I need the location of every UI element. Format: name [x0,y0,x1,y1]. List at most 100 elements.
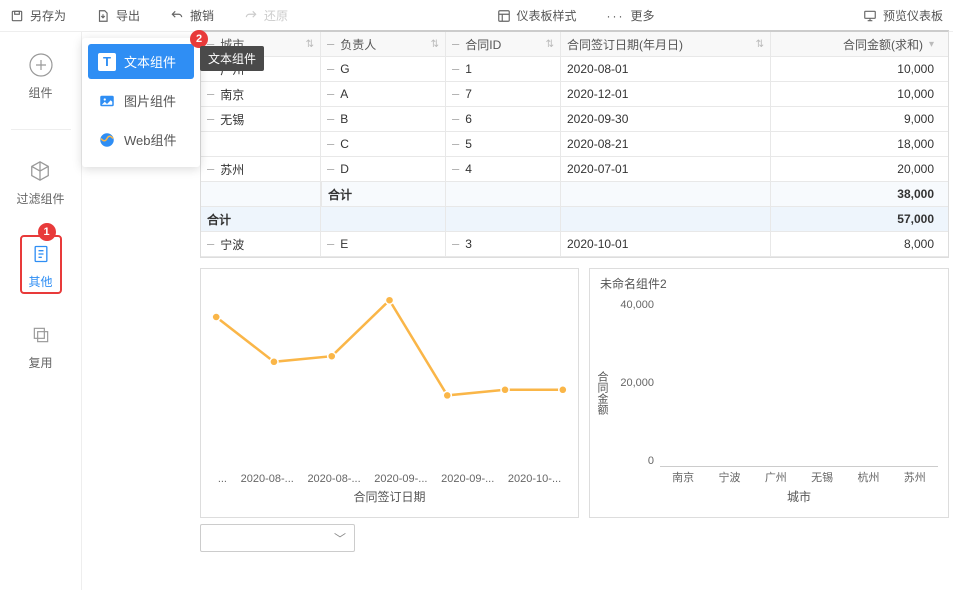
sort-icon[interactable]: ⇅ [431,39,439,50]
preview-label: 预览仪表板 [883,7,943,24]
tick-label: 广州 [753,469,799,485]
tick-label: 2020-10-... [508,473,561,485]
popup-image-label: 图片组件 [124,91,176,110]
undo-icon [170,9,184,23]
sort-icon[interactable]: ⇅ [306,39,314,50]
dashboard-style-button[interactable]: 仪表板样式 [497,7,577,24]
export-icon [96,9,110,23]
col-owner[interactable]: 负责人 [340,36,376,53]
bar-x-label: 城市 [650,488,948,505]
monitor-icon [863,9,877,23]
sidebar-item-filters[interactable]: 过滤组件 [16,158,64,207]
copy-icon [28,322,54,348]
popup-web-component[interactable]: Web组件 [88,122,194,157]
document-icon [28,241,54,267]
tooltip-text-component: 文本组件 [200,46,264,71]
sort-icon[interactable]: ⇅ [756,39,764,50]
popup-web-label: Web组件 [124,130,177,149]
text-icon: T [98,53,116,71]
globe-icon [98,131,116,149]
tick: 0 [648,455,654,467]
undo-button[interactable]: 撤销 [170,7,214,24]
tick: 20,000 [620,377,654,389]
subtotal-2: 57,000 [771,207,948,231]
tick-label: ... [218,473,227,485]
sidebar-item-components[interactable]: 组件 [28,52,54,101]
table-row: –南京–A–72020-12-0110,000 [201,82,948,107]
line-chart-canvas [206,279,573,439]
sidebar-item-other[interactable]: 其他 [28,241,54,290]
image-icon [98,92,116,110]
popup-image-component[interactable]: 图片组件 [88,83,194,118]
line-x-label: 合同签订日期 [201,488,578,505]
tick-label: 2020-08-... [307,473,360,485]
filters-label: 过滤组件 [16,190,64,207]
save-as-label: 另存为 [30,7,66,24]
tick-label: 杭州 [845,469,891,485]
charts-row: ... 2020-08-... 2020-08-... 2020-09-... 2020… [200,268,949,518]
bar-x-axis: 南京宁波广州无锡杭州苏州 [660,469,938,485]
plus-circle-icon [28,52,54,78]
save-as-button[interactable]: 另存为 [10,7,66,24]
sidebar-item-reuse[interactable]: 复用 [28,322,54,371]
style-label: 仪表板样式 [517,7,577,24]
tick-label: 2020-08-... [241,473,294,485]
table-row: –宁波 –E –3 2020-10-01 8,000 [201,232,948,257]
popup-text-label: 文本组件 [124,52,176,71]
table-row: –C–52020-08-2118,000 [201,132,948,157]
table-body: –广州–G–12020-08-0110,000–南京–A–72020-12-01… [201,57,948,182]
divider [11,129,71,130]
table-subtotal-row: 合计 38,000 [201,182,948,207]
col-date[interactable]: 合同签订日期(年月日) [567,36,683,53]
data-table: –城市⇅ –负责人⇅ –合同ID⇅ 合同签订日期(年月日)⇅ 合同金额(求和)▾… [200,30,949,258]
save-icon [10,9,24,23]
bar-chart-area [660,299,938,467]
left-sidebar: 组件 过滤组件 1 其他 复用 [0,32,82,590]
table-row: –无锡–B–62020-09-309,000 [201,107,948,132]
tick-label: 2020-09-... [441,473,494,485]
export-button[interactable]: 导出 [96,7,140,24]
subtotal-1: 38,000 [771,182,948,206]
sort-icon[interactable]: ▾ [929,39,934,50]
total-label: 合计 [207,211,231,228]
popup-text-component[interactable]: T 文本组件 [88,44,194,79]
reuse-label: 复用 [28,354,52,371]
redo-label: 还原 [264,7,288,24]
export-label: 导出 [116,7,140,24]
components-label: 组件 [28,84,52,101]
tick-label: 苏州 [892,469,938,485]
tick-label: 宁波 [706,469,752,485]
badge-1: 1 [38,223,56,241]
style-icon [497,9,511,23]
sort-icon[interactable]: ⇅ [546,39,554,50]
component-popup: 2 T 文本组件 图片组件 Web组件 [82,38,200,167]
bar-y-label: 合同金额 [594,371,610,415]
undo-label: 撤销 [190,7,214,24]
cube-icon [27,158,53,184]
table-row: –苏州–D–42020-07-0120,000 [201,157,948,182]
tick-label: 南京 [660,469,706,485]
bar-chart[interactable]: 未命名组件2 合同金额 40,000 20,000 0 南京宁波广州无锡杭州苏州… [589,268,949,518]
ellipsis-icon: ··· [607,9,625,23]
main-content: –城市⇅ –负责人⇅ –合同ID⇅ 合同签订日期(年月日)⇅ 合同金额(求和)▾… [200,30,949,590]
tick-label: 2020-09-... [374,473,427,485]
col-amount[interactable]: 合同金额(求和) [843,36,923,53]
bar-chart-title: 未命名组件2 [590,269,948,298]
line-chart[interactable]: ... 2020-08-... 2020-08-... 2020-09-... 2020… [200,268,579,518]
line-x-axis: ... 2020-08-... 2020-08-... 2020-09-... 2020… [211,473,568,485]
more-label: 更多 [631,7,655,24]
table-header-row: –城市⇅ –负责人⇅ –合同ID⇅ 合同签订日期(年月日)⇅ 合同金额(求和)▾ [201,32,948,57]
col-id[interactable]: 合同ID [465,36,501,53]
tick: 40,000 [620,299,654,311]
redo-icon [244,9,258,23]
more-button[interactable]: ··· 更多 [607,7,655,24]
preview-button[interactable]: 预览仪表板 [863,7,943,24]
chevron-down-icon: ﹀ [334,530,346,547]
table-total-row: 合计 57,000 [201,207,948,232]
tick-label: 无锡 [799,469,845,485]
redo-button[interactable]: 还原 [244,7,288,24]
other-label: 其他 [28,273,52,290]
bottom-dropdown[interactable]: ﹀ [200,524,355,552]
sidebar-item-other-selected: 其他 [20,235,62,294]
top-toolbar: 另存为 导出 撤销 还原 仪表板样式 ··· 更多 预览仪表板 [0,0,953,32]
